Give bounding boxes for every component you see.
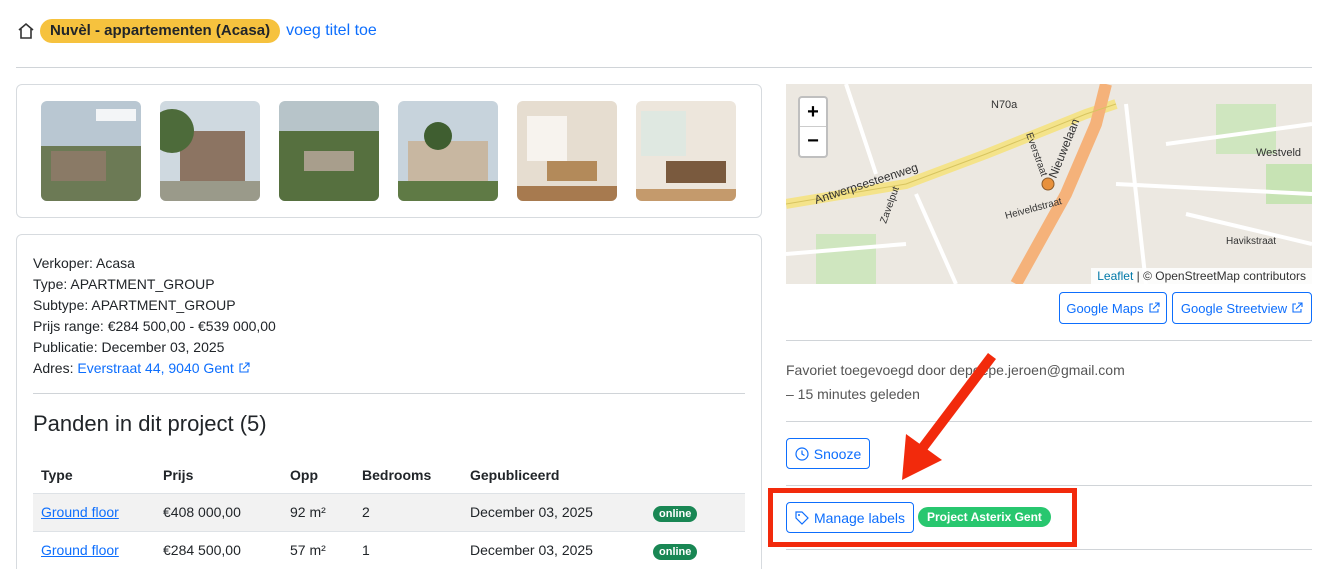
external-link-icon — [239, 362, 250, 373]
published-cell: December 03, 2025 — [462, 493, 645, 532]
address-label: Adres: — [33, 360, 78, 376]
page-header: Nuvèl - appartementen (Acasa) voeg titel… — [16, 18, 377, 44]
external-link-icon — [1292, 302, 1303, 313]
leaflet-link[interactable]: Leaflet — [1097, 269, 1133, 283]
photo-thumbnail[interactable] — [160, 101, 260, 201]
section-title: Panden in dit project (5) — [33, 411, 267, 436]
location-map[interactable]: N70a Antwerpsesteenweg Nieuwelaan Heivel… — [786, 84, 1312, 284]
divider — [786, 485, 1312, 486]
table-row: Ground floor €408 000,00 92 m² 2 Decembe… — [33, 493, 745, 532]
subtype-text: Subtype: APARTMENT_GROUP — [33, 297, 236, 313]
column-header: Type — [33, 457, 155, 494]
address-row: Adres: Everstraat 44, 9040 Gent — [33, 358, 276, 379]
photo-thumbnail[interactable] — [41, 101, 141, 201]
status-badge: online — [653, 544, 698, 560]
photo-thumbnail[interactable] — [398, 101, 498, 201]
divider — [786, 549, 1312, 550]
area-cell: 57 m² — [282, 531, 354, 569]
property-type-link[interactable]: Ground floor — [41, 542, 119, 558]
zoom-out-button[interactable]: − — [800, 127, 826, 156]
address-link[interactable]: Everstraat 44, 9040 Gent — [77, 360, 233, 376]
column-header — [645, 457, 745, 494]
attribution-text: | © OpenStreetMap contributors — [1133, 269, 1306, 283]
table-header-row: Type Prijs Opp Bedrooms Gepubliceerd — [33, 457, 745, 494]
clock-icon — [795, 446, 809, 461]
snooze-label: Snooze — [813, 445, 862, 462]
type-text: Type: APARTMENT_GROUP — [33, 276, 215, 292]
home-icon[interactable] — [16, 21, 36, 41]
snooze-button[interactable]: Snooze — [786, 438, 870, 469]
photo-thumbnail[interactable] — [517, 101, 617, 201]
map-tiles: N70a Antwerpsesteenweg Nieuwelaan Heivel… — [786, 84, 1312, 284]
published-cell: December 03, 2025 — [462, 531, 645, 569]
status-badge: online — [653, 506, 698, 522]
add-title-link[interactable]: voeg titel toe — [286, 22, 377, 40]
price-range-text: Prijs range: €284 500,00 - €539 000,00 — [33, 318, 276, 334]
google-streetview-button[interactable]: Google Streetview — [1172, 292, 1312, 324]
project-title-badge: Nuvèl - appartementen (Acasa) — [40, 19, 281, 43]
divider — [16, 67, 1312, 68]
arrow-icon — [902, 352, 996, 480]
column-header: Opp — [282, 457, 354, 494]
publication-text: Publicatie: December 03, 2025 — [33, 339, 225, 355]
project-details: Verkoper: Acasa Type: APARTMENT_GROUP Su… — [16, 234, 762, 569]
divider — [786, 421, 1312, 422]
google-streetview-label: Google Streetview — [1180, 300, 1288, 316]
price-cell: €284 500,00 — [155, 531, 282, 569]
photo-thumbnail[interactable] — [636, 101, 736, 201]
project-info: Verkoper: Acasa Type: APARTMENT_GROUP Su… — [33, 253, 276, 379]
map-street-label: Westveld — [1256, 147, 1301, 159]
photo-gallery — [16, 84, 762, 218]
zoom-in-button[interactable]: + — [800, 98, 826, 127]
table-row: Ground floor €284 500,00 57 m² 1 Decembe… — [33, 531, 745, 569]
google-maps-label: Google Maps — [1066, 300, 1144, 316]
divider — [786, 340, 1312, 341]
map-street-label: N70a — [991, 99, 1018, 111]
bedrooms-cell: 1 — [354, 531, 462, 569]
map-zoom-control: + − — [798, 96, 828, 158]
column-header: Prijs — [155, 457, 282, 494]
bedrooms-cell: 2 — [354, 493, 462, 532]
area-cell: 92 m² — [282, 493, 354, 532]
divider — [33, 393, 745, 394]
google-maps-button[interactable]: Google Maps — [1059, 292, 1167, 324]
price-cell: €408 000,00 — [155, 493, 282, 532]
seller-text: Verkoper: Acasa — [33, 255, 135, 271]
external-link-icon — [1149, 302, 1160, 313]
photo-thumbnail[interactable] — [279, 101, 379, 201]
properties-table: Type Prijs Opp Bedrooms Gepubliceerd Gro… — [33, 457, 745, 569]
map-attribution: Leaflet | © OpenStreetMap contributors — [1091, 268, 1312, 284]
map-street-label: Havikstraat — [1226, 236, 1276, 247]
column-header: Bedrooms — [354, 457, 462, 494]
highlight-box — [768, 488, 1077, 547]
column-header: Gepubliceerd — [462, 457, 645, 494]
property-type-link[interactable]: Ground floor — [41, 504, 119, 520]
